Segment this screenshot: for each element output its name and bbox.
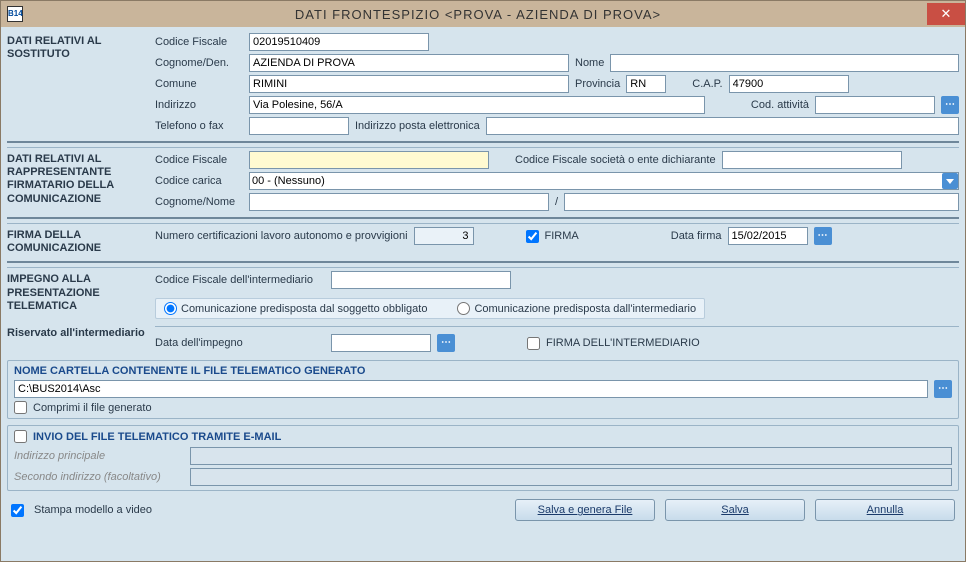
cod-attivita-label: Cod. attività [751,99,809,111]
divider [7,261,959,263]
firma-checkbox[interactable] [526,230,539,243]
firma-intermediario-checkbox[interactable] [527,337,540,350]
dialog-window: B14 DATI FRONTESPIZIO <PROVA - AZIENDA D… [0,0,966,562]
close-button[interactable]: ✕ [927,3,965,25]
data-firma-label: Data firma [671,230,722,242]
data-firma-input[interactable] [728,227,808,245]
radio-intermediario-label: Comunicazione predisposta dall'intermedi… [474,303,696,315]
section-sostituto: DATI RELATIVI AL SOSTITUTO Codice Fiscal… [7,30,959,137]
num-cert-label: Numero certificazioni lavoro autonomo e … [155,230,408,242]
cf-rapp-input[interactable] [249,151,489,169]
cap-input[interactable] [729,75,849,93]
salva-button[interactable]: Salva [665,499,805,521]
section-heading: DATI RELATIVI AL SOSTITUTO [7,33,147,61]
provincia-label: Provincia [575,78,620,90]
path-input[interactable] [14,380,928,398]
data-firma-calendar-button[interactable]: ⋯ [814,227,832,245]
path-browse-button[interactable]: ⋯ [934,380,952,398]
predisposta-radio-group: Comunicazione predisposta dal soggetto o… [155,298,705,319]
cognome-den-input[interactable] [249,54,569,72]
cap-label: C.A.P. [692,78,722,90]
addr2-label: Secondo indirizzo (facoltativo) [14,471,184,483]
window-title: DATI FRONTESPIZIO <PROVA - AZIENDA DI PR… [29,7,927,22]
divider [155,326,959,327]
radio-soggetto-obbligato[interactable] [164,302,177,315]
content-area: DATI RELATIVI AL SOSTITUTO Codice Fiscal… [1,27,965,561]
section-rappresentante: DATI RELATIVI AL RAPPRESENTANTE FIRMATAR… [7,147,959,213]
footer: Stampa modello a video Salva e genera Fi… [7,493,959,523]
app-icon: B14 [7,6,23,22]
codice-carica-select[interactable]: 00 - (Nessuno) [249,172,959,190]
addr1-input [190,447,952,465]
cod-attivita-input[interactable] [815,96,935,114]
data-impegno-calendar-button[interactable]: ⋯ [437,334,455,352]
stampa-label: Stampa modello a video [34,504,152,516]
cf-societa-label: Codice Fiscale società o ente dichiarant… [515,154,716,166]
cognome-rapp-input[interactable] [249,193,549,211]
comune-label: Comune [155,78,243,90]
provincia-input[interactable] [626,75,666,93]
email-input[interactable] [486,117,959,135]
cf-societa-input[interactable] [722,151,902,169]
section-heading: FIRMA DELLA COMUNICAZIONE [7,227,147,255]
cod-attivita-lookup-button[interactable]: ⋯ [941,96,959,114]
invio-email-checkbox[interactable] [14,430,27,443]
firma-label: FIRMA [545,230,579,242]
codice-fiscale-label: Codice Fiscale [155,36,243,48]
panel-title: NOME CARTELLA CONTENENTE IL FILE TELEMAT… [14,365,952,377]
nome-label: Nome [575,57,604,69]
radio-soggetto-label: Comunicazione predisposta dal soggetto o… [181,303,427,315]
num-cert-input [414,227,474,245]
firma-intermediario-label: FIRMA DELL'INTERMEDIARIO [546,337,700,349]
cognome-nome-label: Cognome/Nome [155,196,243,208]
annulla-button[interactable]: Annulla [815,499,955,521]
indirizzo-label: Indirizzo [155,99,243,111]
divider [7,217,959,219]
section-firma: FIRMA DELLA COMUNICAZIONE Numero certifi… [7,223,959,257]
titlebar: B14 DATI FRONTESPIZIO <PROVA - AZIENDA D… [1,1,965,27]
stampa-checkbox[interactable] [11,504,24,517]
telefono-label: Telefono o fax [155,120,243,132]
cognome-den-label: Cognome/Den. [155,57,243,69]
codice-fiscale-input[interactable] [249,33,429,51]
cf-intermediario-input[interactable] [331,271,511,289]
comprimi-label: Comprimi il file generato [33,402,152,414]
panel-title: INVIO DEL FILE TELEMATICO TRAMITE E-MAIL [33,431,281,443]
comprimi-checkbox[interactable] [14,401,27,414]
panel-email: INVIO DEL FILE TELEMATICO TRAMITE E-MAIL… [7,425,959,491]
addr2-input [190,468,952,486]
divider [7,141,959,143]
telefono-input[interactable] [249,117,349,135]
slash-label: / [555,196,558,208]
section-heading: DATI RELATIVI AL RAPPRESENTANTE FIRMATAR… [7,151,147,206]
cf-intermediario-label: Codice Fiscale dell'intermediario [155,274,325,286]
cf-rapp-label: Codice Fiscale [155,154,243,166]
section-impegno: IMPEGNO ALLA PRESENTAZIONE TELEMATICA Ri… [7,267,959,354]
addr1-label: Indirizzo principale [14,450,184,462]
section-subheading: Riservato all'intermediario [7,325,147,340]
panel-cartella: NOME CARTELLA CONTENENTE IL FILE TELEMAT… [7,360,959,419]
indirizzo-input[interactable] [249,96,705,114]
codice-carica-label: Codice carica [155,175,243,187]
email-label: Indirizzo posta elettronica [355,120,480,132]
data-impegno-input[interactable] [331,334,431,352]
salva-genera-button[interactable]: Salva e genera File [515,499,655,521]
comune-input[interactable] [249,75,569,93]
data-impegno-label: Data dell'impegno [155,337,325,349]
nome-rapp-input[interactable] [564,193,959,211]
nome-input[interactable] [610,54,959,72]
radio-intermediario[interactable] [457,302,470,315]
section-heading: IMPEGNO ALLA PRESENTAZIONE TELEMATICA [7,271,147,313]
